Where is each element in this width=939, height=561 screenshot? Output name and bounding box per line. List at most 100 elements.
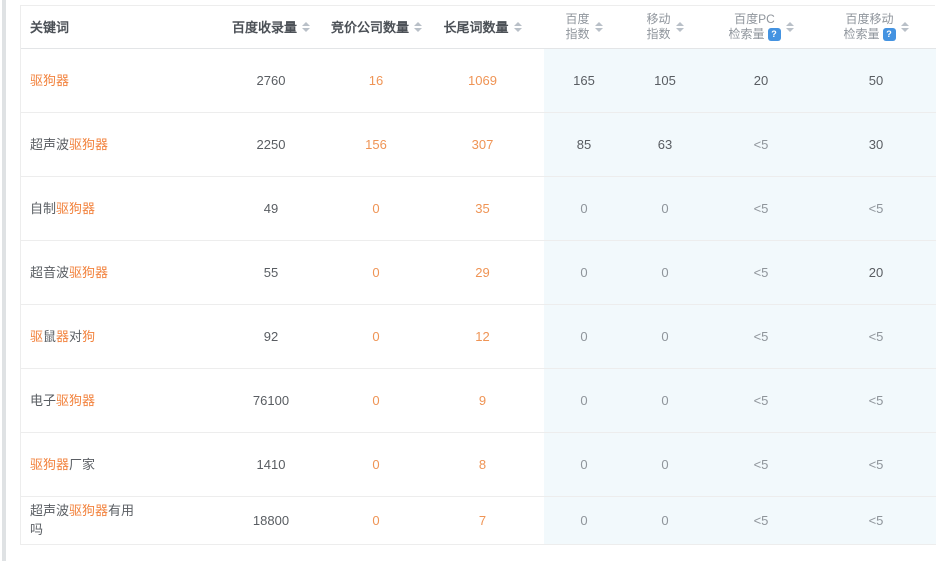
column-header-baidu-included[interactable]: 百度收录量	[211, 6, 331, 48]
bidding-companies-link[interactable]: 0	[331, 304, 421, 368]
keyword-cell: 电子驱狗器	[21, 368, 211, 432]
baidu-mobile-search-value: <5	[816, 496, 936, 544]
longtail-words-link[interactable]: 12	[421, 304, 544, 368]
keyword-header-label: 关键词	[30, 20, 69, 35]
baidu-pc-search-value: <5	[706, 112, 816, 176]
longtail-words-header-label: 长尾词数量	[443, 17, 508, 36]
baidu-included-value: 2250	[211, 112, 331, 176]
keyword-cell: 驱狗器厂家	[21, 432, 211, 496]
bidding-companies-link[interactable]: 16	[331, 48, 421, 112]
baidu-index-value: 0	[544, 496, 624, 544]
column-header-baidu-index[interactable]: 百度 指数	[544, 6, 624, 48]
keyword-highlighted-segment: 器	[56, 329, 69, 344]
keyword-cell: 超声波驱狗器有用吗	[21, 496, 211, 544]
page-left-scrollbar[interactable]	[2, 0, 6, 561]
keyword-metrics-table: 关键词 百度收录量 竞价公司数量	[21, 6, 936, 545]
column-header-mobile-index[interactable]: 移动 指数	[624, 6, 706, 48]
baidu-index-value: 0	[544, 240, 624, 304]
sort-icon[interactable]	[786, 22, 794, 32]
keyword-plain-segment: 超声波	[30, 137, 69, 152]
keyword-highlighted-segment: 驱狗器	[56, 201, 95, 216]
longtail-words-link[interactable]: 9	[421, 368, 544, 432]
sort-icon[interactable]	[676, 22, 684, 32]
bidding-companies-link[interactable]: 0	[331, 368, 421, 432]
help-icon[interactable]: ?	[883, 28, 896, 41]
baidu-included-value: 55	[211, 240, 331, 304]
keyword-plain-segment: 电子	[30, 393, 56, 408]
longtail-words-link[interactable]: 7	[421, 496, 544, 544]
bidding-companies-link[interactable]: 0	[331, 496, 421, 544]
baidu-index-header-label: 百度 指数	[565, 12, 589, 42]
baidu-mobile-search-value: <5	[816, 304, 936, 368]
baidu-index-value: 0	[544, 368, 624, 432]
baidu-index-value: 0	[544, 432, 624, 496]
baidu-included-value: 2760	[211, 48, 331, 112]
table-row: 电子驱狗器 76100 0 9 0 0 <5 <5	[21, 368, 936, 432]
table-row: 超声波驱狗器有用吗 18800 0 7 0 0 <5 <5	[21, 496, 936, 544]
keyword-plain-segment: 鼠	[43, 329, 56, 344]
mobile-index-value: 0	[624, 304, 706, 368]
keyword-link[interactable]: 自制驱狗器	[30, 199, 95, 218]
baidu-mobile-search-value: 50	[816, 48, 936, 112]
keyword-link[interactable]: 超声波驱狗器	[30, 135, 108, 154]
keyword-highlighted-segment: 驱	[30, 329, 43, 344]
baidu-included-value: 18800	[211, 496, 331, 544]
keyword-highlighted-segment: 驱狗器	[30, 73, 69, 88]
column-header-baidu-mobile-search[interactable]: 百度移动 检索量 ?	[816, 6, 936, 48]
column-header-bidding-companies[interactable]: 竞价公司数量	[331, 6, 421, 48]
mobile-index-value: 63	[624, 112, 706, 176]
keyword-plain-segment: 超音波	[30, 265, 69, 280]
table-row: 驱狗器厂家 1410 0 8 0 0 <5 <5	[21, 432, 936, 496]
baidu-index-value: 0	[544, 304, 624, 368]
keyword-research-page: 关键词 百度收录量 竞价公司数量	[0, 0, 939, 561]
keyword-link[interactable]: 驱鼠器对狗	[30, 327, 95, 346]
baidu-mobile-search-value: <5	[816, 176, 936, 240]
longtail-words-link[interactable]: 35	[421, 176, 544, 240]
baidu-mobile-search-value: 20	[816, 240, 936, 304]
keyword-link[interactable]: 超音波驱狗器	[30, 263, 108, 282]
baidu-included-value: 1410	[211, 432, 331, 496]
baidu-pc-search-value: <5	[706, 496, 816, 544]
sort-icon[interactable]	[901, 22, 909, 32]
baidu-pc-search-value: <5	[706, 368, 816, 432]
baidu-index-value: 85	[544, 112, 624, 176]
longtail-words-link[interactable]: 29	[421, 240, 544, 304]
baidu-included-value: 92	[211, 304, 331, 368]
table-row: 驱狗器 2760 16 1069 165 105 20 50	[21, 48, 936, 112]
table-row: 超音波驱狗器 55 0 29 0 0 <5 20	[21, 240, 936, 304]
keyword-link[interactable]: 电子驱狗器	[30, 391, 95, 410]
keyword-link[interactable]: 超声波驱狗器有用吗	[30, 501, 142, 539]
keyword-highlighted-segment: 驱狗器	[69, 503, 108, 518]
bidding-companies-link[interactable]: 0	[331, 432, 421, 496]
table-row: 超声波驱狗器 2250 156 307 85 63 <5 30	[21, 112, 936, 176]
longtail-words-link[interactable]: 8	[421, 432, 544, 496]
bidding-companies-link[interactable]: 0	[331, 240, 421, 304]
baidu-included-value: 76100	[211, 368, 331, 432]
mobile-index-value: 0	[624, 432, 706, 496]
keyword-link[interactable]: 驱狗器厂家	[30, 455, 95, 474]
baidu-included-header-label: 百度收录量	[232, 17, 297, 36]
keyword-cell: 驱狗器	[21, 48, 211, 112]
baidu-pc-search-value: <5	[706, 304, 816, 368]
baidu-mobile-search-value: <5	[816, 368, 936, 432]
mobile-index-value: 105	[624, 48, 706, 112]
keyword-link[interactable]: 驱狗器	[30, 71, 69, 90]
keyword-plain-segment: 自制	[30, 201, 56, 216]
mobile-index-header-label: 移动 指数	[646, 12, 670, 42]
bidding-companies-link[interactable]: 156	[331, 112, 421, 176]
sort-icon[interactable]	[414, 22, 422, 32]
mobile-index-value: 0	[624, 176, 706, 240]
baidu-index-value: 165	[544, 48, 624, 112]
bidding-companies-link[interactable]: 0	[331, 176, 421, 240]
column-header-baidu-pc-search[interactable]: 百度PC 检索量 ?	[706, 6, 816, 48]
longtail-words-link[interactable]: 307	[421, 112, 544, 176]
sort-icon[interactable]	[302, 22, 310, 32]
keyword-highlighted-segment: 驱狗器	[69, 265, 108, 280]
sort-icon[interactable]	[595, 22, 603, 32]
sort-icon[interactable]	[514, 22, 522, 32]
column-header-longtail-words[interactable]: 长尾词数量	[421, 6, 544, 48]
keyword-plain-segment: 厂家	[69, 457, 95, 472]
longtail-words-link[interactable]: 1069	[421, 48, 544, 112]
column-header-keyword: 关键词	[21, 6, 211, 48]
help-icon[interactable]: ?	[768, 28, 781, 41]
